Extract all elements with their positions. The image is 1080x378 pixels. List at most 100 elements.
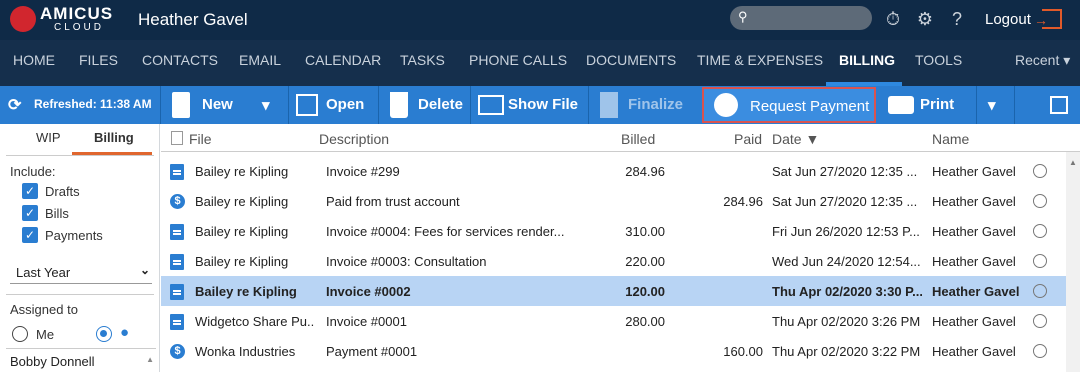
sort-desc-icon: ▼ [805,131,820,147]
user-name: Heather Gavel [138,10,248,29]
cell-name: Heather Gavel [932,194,1016,209]
nav-billing[interactable]: BILLING [839,52,895,68]
period-select[interactable]: Last Year ⌄ [10,260,152,284]
drafts-checkbox[interactable]: ✓ [22,183,38,199]
cell-file: Bailey re Kipling [195,224,289,239]
person-radio[interactable] [96,326,112,342]
column-name[interactable]: Name [932,131,969,147]
print-button[interactable]: Print [884,86,974,124]
print-label: Print [920,96,955,113]
nav-documents[interactable]: DOCUMENTS [586,52,676,68]
nav-home[interactable]: HOME [13,52,55,68]
nav-calendar[interactable]: CALENDAR [305,52,381,68]
new-button[interactable]: New [168,86,248,124]
delete-label: Delete [418,96,464,113]
invoice-icon [170,164,184,180]
cell-billed: 220.00 [625,254,665,269]
table-row[interactable]: Widgetco Share Pu... Invoice #0001 280.00 T… [161,306,1066,336]
cell-name: Heather Gavel [932,314,1016,329]
row-select-radio[interactable] [1033,314,1047,328]
payments-label: Payments [45,228,103,243]
help-icon[interactable]: ? [946,8,968,30]
open-label: Open [326,96,365,113]
nav-time-expenses[interactable]: TIME & EXPENSES [697,52,823,68]
scroll-up-icon[interactable]: ▲ [1069,158,1077,167]
list-item[interactable]: Bobby Donnell [10,354,95,369]
filter-panel: WIP Billing Include: ✓ Drafts ✓ Bills ✓ … [0,124,160,372]
drafts-label: Drafts [45,184,80,199]
cell-billed: 280.00 [625,314,665,329]
nav-email[interactable]: EMAIL [239,52,281,68]
payments-checkbox[interactable]: ✓ [22,227,38,243]
cell-name: Heather Gavel [932,164,1016,179]
column-date[interactable]: Date ▼ [772,131,819,147]
table-row[interactable]: $ Wonka Industries Payment #0001 160.00 Thu … [161,336,1066,366]
row-select-radio[interactable] [1033,254,1047,268]
bills-checkbox[interactable]: ✓ [22,205,38,221]
cell-description: Invoice #0004: Fees for services render.… [326,224,565,239]
row-select-radio[interactable] [1033,164,1047,178]
logout-icon[interactable]: → [1034,9,1062,29]
recent-dropdown[interactable]: Recent ▾ [1015,52,1070,69]
nav-tools[interactable]: TOOLS [915,52,962,68]
gear-icon[interactable]: ⚙ [914,8,936,30]
me-radio[interactable] [12,326,28,342]
column-description[interactable]: Description [319,131,389,147]
row-select-radio[interactable] [1033,344,1047,358]
open-external-icon [296,94,318,116]
invoice-icon [170,254,184,270]
table-row[interactable]: Bailey re Kipling Invoice #0004: Fees for… [161,216,1066,246]
finalize-button[interactable]: Finalize [596,86,696,124]
timer-icon[interactable]: ⏱ [882,8,904,30]
request-payment-button[interactable]: Request Payment [702,87,876,123]
nav-contacts[interactable]: CONTACTS [142,52,218,68]
logout-link[interactable]: Logout [985,11,1031,28]
cell-description: Invoice #0001 [326,314,407,329]
folder-icon [478,95,504,115]
request-payment-icon [714,93,738,117]
column-file[interactable]: File [189,131,212,147]
column-paid[interactable]: Paid [734,131,762,147]
payment-icon: $ [170,194,185,209]
people-list[interactable]: Bobby Donnell ▲ [6,348,156,378]
column-date-label: Date [772,131,802,147]
fullscreen-icon [1050,96,1068,114]
invoice-icon [170,314,184,330]
amicus-logo[interactable]: AMICUS CLOUD [8,4,128,36]
fullscreen-button[interactable] [1048,86,1072,124]
delete-button[interactable]: Delete [386,86,468,124]
row-select-radio[interactable] [1033,194,1047,208]
table-row[interactable]: Bailey re Kipling Invoice #0002 120.00 Thu … [161,276,1066,306]
table-row[interactable]: $ Bailey re Kipling Paid from trust accoun… [161,186,1066,216]
cell-date: Sat Jun 27/2020 12:35 ... [772,164,918,179]
new-label: New [202,96,233,113]
nav-files[interactable]: FILES [79,52,118,68]
person-icon: ● [120,324,130,341]
cell-description: Invoice #0002 [326,284,411,299]
search-input[interactable]: ⚲ [730,6,872,30]
brand-sub: CLOUD [54,22,105,33]
new-dropdown-button[interactable]: ▾ [254,86,284,124]
invoice-icon [170,284,184,300]
row-select-radio[interactable] [1033,224,1047,238]
print-dropdown-button[interactable]: ▾ [982,86,1010,124]
table-row[interactable]: Bailey re Kipling Invoice #0003: Consulta… [161,246,1066,276]
tab-billing[interactable]: Billing [94,130,134,145]
chevron-down-icon: ⌄ [139,263,150,277]
trash-icon [390,92,408,118]
column-billed[interactable]: Billed [621,131,655,147]
cell-name: Heather Gavel [932,224,1016,239]
section-divider [6,294,154,295]
scroll-up-icon[interactable]: ▲ [146,355,154,364]
include-label: Include: [10,164,56,179]
tab-wip[interactable]: WIP [36,130,61,145]
vertical-scrollbar[interactable]: ▲ [1066,152,1080,372]
nav-tasks[interactable]: TASKS [400,52,445,68]
nav-phone-calls[interactable]: PHONE CALLS [469,52,567,68]
toolbar-divider [1014,86,1015,124]
open-button[interactable]: Open [292,86,372,124]
row-select-radio[interactable] [1033,284,1047,298]
table-header: File Description Billed Paid Date ▼ Name [161,124,1080,152]
table-row[interactable]: Bailey re Kipling Invoice #299 284.96 Sat J… [161,156,1066,186]
show-file-button[interactable]: Show File [476,86,586,124]
